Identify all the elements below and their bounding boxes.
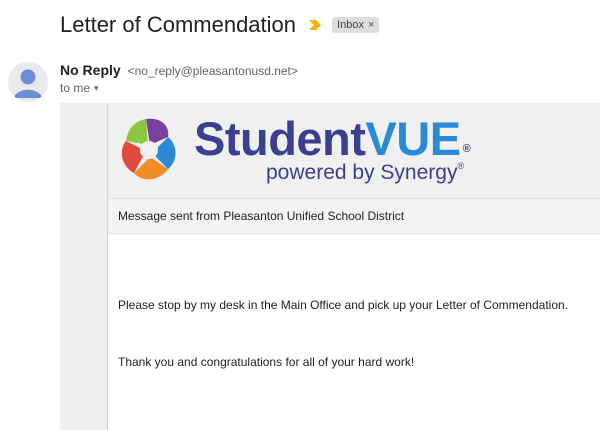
email-subject: Letter of Commendation: [60, 12, 297, 37]
brand-wordmark: StudentVUE ®: [194, 111, 471, 167]
studentvue-banner: StudentVUE ® powered by Synergy®: [108, 103, 600, 198]
chevron-down-icon[interactable]: ▾: [94, 83, 99, 94]
remove-label-icon[interactable]: ×: [368, 19, 374, 31]
person-icon: [14, 69, 42, 98]
inbox-label-chip[interactable]: Inbox ×: [332, 17, 380, 33]
message-paragraph-1: Please stop by my desk in the Main Offic…: [118, 298, 569, 312]
brand-student: Student: [194, 112, 366, 165]
brand-tagline: powered by Synergy®: [266, 161, 464, 185]
brand-vue: VUE: [365, 112, 461, 165]
sender-block: No Reply <no_reply@pleasantonusd.net> to…: [60, 62, 298, 95]
tagline-registered-mark: ®: [457, 161, 465, 171]
label-text: Inbox: [337, 19, 364, 31]
sender-email: <no_reply@pleasantonusd.net>: [127, 64, 298, 78]
subject-row: Letter of Commendation Inbox ×: [60, 12, 380, 38]
email-body-frame: StudentVUE ® powered by Synergy® Message …: [60, 103, 600, 430]
sender-name: No Reply: [60, 62, 121, 78]
importance-marker-icon[interactable]: [308, 18, 322, 32]
recipient-text: to me: [60, 81, 91, 95]
email-content: StudentVUE ® powered by Synergy® Message …: [107, 103, 600, 430]
recipient-details-toggle[interactable]: to me ▾: [60, 81, 298, 95]
district-line: Message sent from Pleasanton Unified Sch…: [108, 198, 600, 234]
studentvue-logo-icon: [121, 118, 176, 180]
brand-registered-mark: ®: [462, 143, 471, 155]
sender-avatar: [8, 62, 48, 102]
tagline-text: powered by Synergy: [266, 161, 458, 184]
message-paragraph-2: Thank you and congratulations for all of…: [118, 355, 415, 369]
